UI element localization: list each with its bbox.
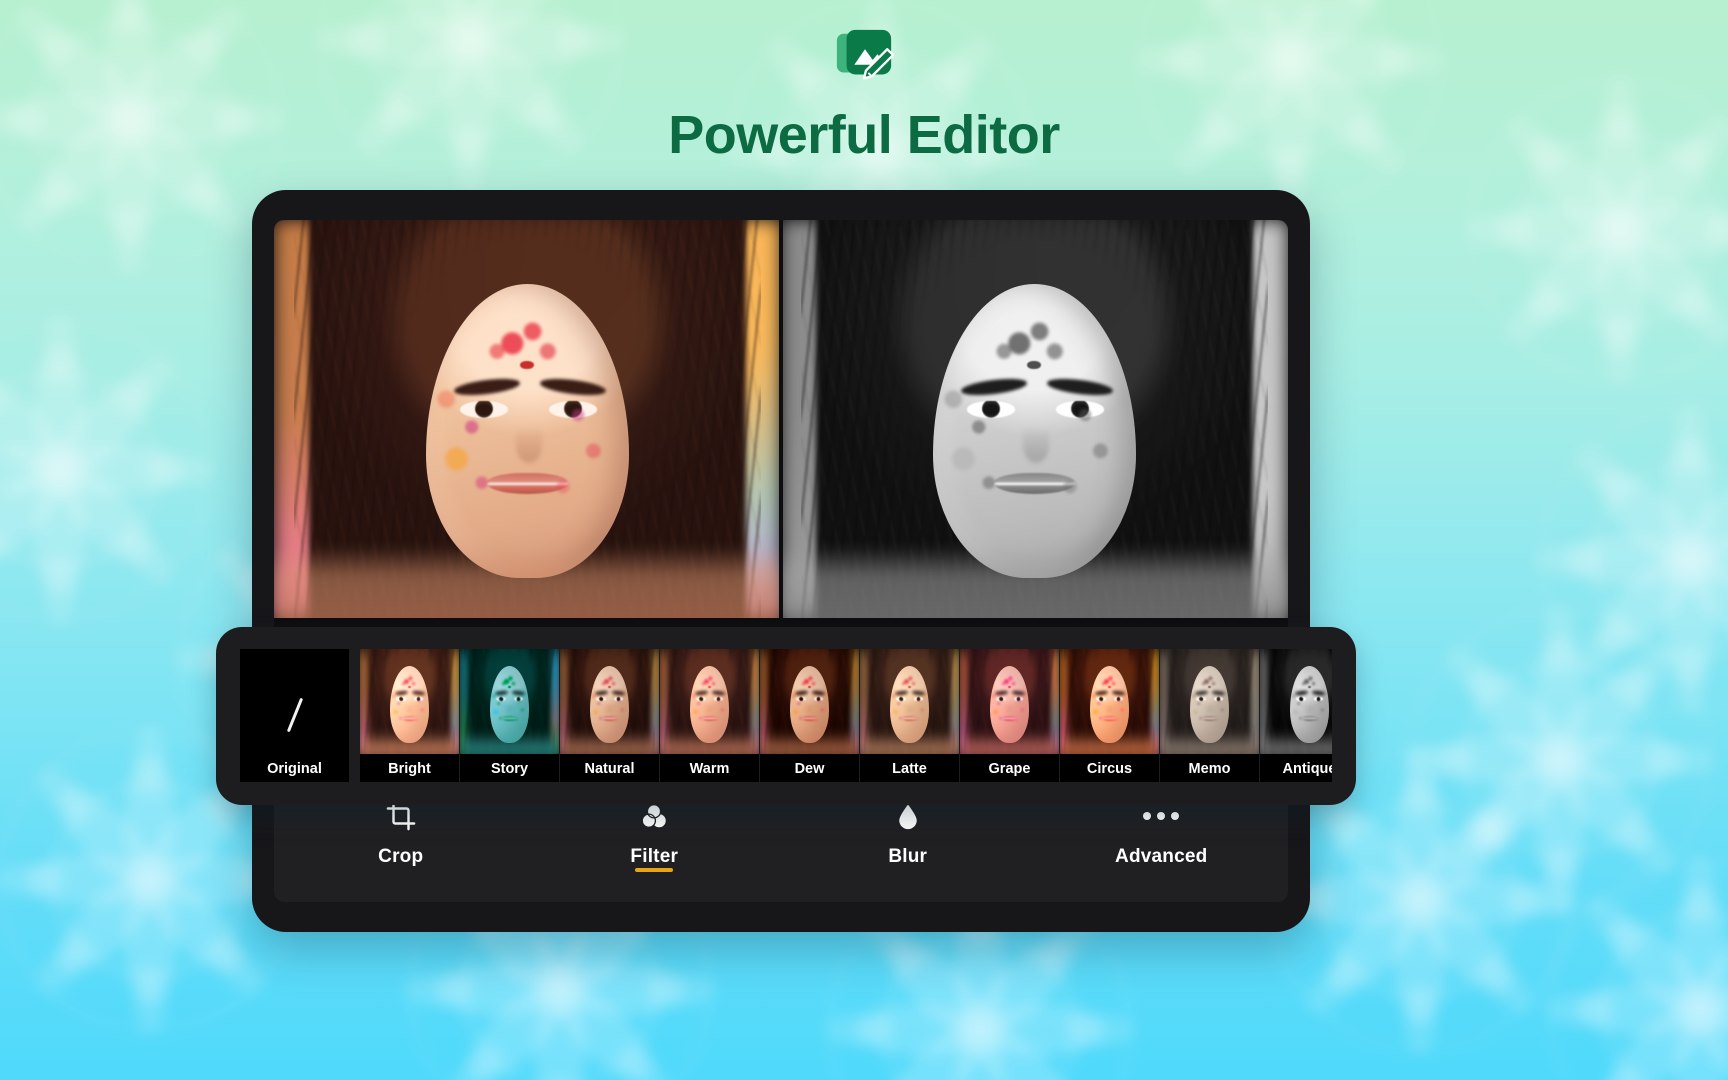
toolbar-label-blur: Blur [888, 845, 928, 867]
page-title: Powerful Editor [668, 105, 1060, 165]
filter-label: Circus [1086, 761, 1133, 777]
toolbar-label-filter: Filter [630, 845, 679, 867]
photo-edit-icon [833, 26, 895, 88]
image-preview-area[interactable] [274, 220, 1288, 618]
filter-item[interactable]: Dew [760, 649, 859, 782]
filter-item[interactable]: Latte [860, 649, 959, 782]
filter-label: Memo [1188, 761, 1231, 777]
tablet-device-frame: Crop Filter Blur Advanced [252, 190, 1310, 932]
active-tab-indicator [635, 868, 674, 872]
filter-label: Bright [388, 761, 431, 777]
filter-list[interactable]: Original Bright Story Natural Warm Dew L… [240, 649, 1332, 782]
filter-label: Warm [689, 761, 730, 777]
filter-item[interactable]: Antique [1260, 649, 1332, 782]
filter-thumbnail [1260, 649, 1332, 754]
filter-label: Antique [1282, 761, 1332, 777]
filter-thumbnail [560, 649, 659, 754]
filter-strip-panel: Original Bright Story Natural Warm Dew L… [216, 627, 1356, 805]
filter-item[interactable]: Natural [560, 649, 659, 782]
filter-label: Dew [794, 761, 825, 777]
filter-item-original[interactable]: Original [240, 649, 349, 782]
preview-divider [779, 220, 783, 618]
page-header: Powerful Editor [0, 0, 1728, 166]
filter-thumbnail [1060, 649, 1159, 754]
filter-thumbnail [1160, 649, 1259, 754]
filter-item[interactable]: Circus [1060, 649, 1159, 782]
filter-item[interactable]: Grape [960, 649, 1059, 782]
filter-thumbnail [760, 649, 859, 754]
toolbar-label-crop: Crop [378, 845, 424, 867]
toolbar-label-advanced: Advanced [1115, 845, 1208, 867]
filter-thumbnail [960, 649, 1059, 754]
filter-item[interactable]: Bright [360, 649, 459, 782]
filter-thumbnail [360, 649, 459, 754]
filter-label: Latte [892, 761, 927, 777]
preview-pane-filtered[interactable] [781, 220, 1288, 618]
filter-item[interactable]: Warm [660, 649, 759, 782]
filter-label: Original [267, 761, 322, 777]
filter-item[interactable]: Memo [1160, 649, 1259, 782]
filter-thumbnail [860, 649, 959, 754]
no-filter-slash-icon [240, 649, 349, 754]
filter-thumbnail [460, 649, 559, 754]
preview-pane-original[interactable] [274, 220, 781, 618]
filter-label: Natural [584, 761, 635, 777]
filter-item[interactable]: Story [460, 649, 559, 782]
filter-label: Story [490, 761, 529, 777]
filter-thumbnail [660, 649, 759, 754]
filter-label: Grape [988, 761, 1031, 777]
app-logo [0, 26, 1728, 88]
